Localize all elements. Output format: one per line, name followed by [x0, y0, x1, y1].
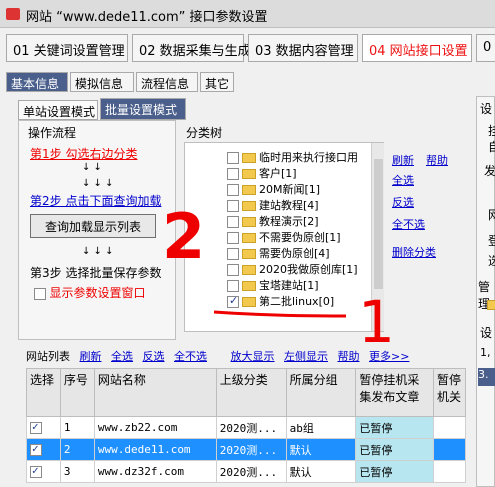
- row-group: 默认: [285, 438, 357, 461]
- col-no[interactable]: 序号: [59, 368, 95, 417]
- row-status: 已暂停: [355, 438, 435, 461]
- row-status: 已暂停: [355, 460, 435, 483]
- row-checkbox[interactable]: [30, 442, 42, 456]
- row-extra: [433, 460, 466, 483]
- site-refresh-link[interactable]: 刷新: [80, 350, 102, 363]
- folder-icon: [487, 300, 495, 310]
- right-label: 设: [480, 102, 493, 116]
- row-name: www.dz32f.com: [93, 460, 217, 483]
- annotation-number-2: 2: [162, 200, 205, 273]
- right-label: 自: [488, 140, 495, 154]
- more-link[interactable]: 更多>>: [369, 350, 409, 363]
- site-list-title: 网站列表: [26, 350, 70, 363]
- site-help-link[interactable]: 帮助: [338, 350, 360, 363]
- table-row[interactable]: 2 www.dede11.com 2020测... 默认 已暂停: [26, 438, 466, 461]
- table-row[interactable]: 3 www.dz32f.com 2020测... 默认 已暂停: [26, 460, 466, 483]
- col-name[interactable]: 网站名称: [93, 368, 217, 417]
- site-invert-link[interactable]: 反选: [143, 350, 165, 363]
- right-label: 3.: [478, 368, 495, 386]
- col-select[interactable]: 选择: [26, 368, 61, 417]
- row-group: ab组: [285, 416, 357, 439]
- right-label: 1,: [480, 346, 491, 359]
- right-label: 设: [480, 326, 493, 340]
- site-table: 选择 序号 网站名称 上级分类 所属分组 暂停挂机采集发布文章 暂停机关 1 w…: [26, 368, 466, 483]
- row-select[interactable]: [26, 416, 61, 439]
- right-label: 发: [484, 164, 495, 178]
- row-select[interactable]: [26, 438, 61, 461]
- right-label: 登: [488, 234, 495, 248]
- col-group[interactable]: 所属分组: [285, 368, 357, 417]
- right-label: 网: [488, 208, 495, 222]
- row-name: www.dede11.com: [93, 438, 217, 461]
- table-header: 选择 序号 网站名称 上级分类 所属分组 暂停挂机采集发布文章 暂停机关: [26, 368, 466, 417]
- col-pause[interactable]: 暂停挂机采集发布文章: [355, 368, 435, 417]
- row-no: 1: [59, 416, 95, 439]
- right-label: 挂: [488, 124, 495, 138]
- annotation-number-1: 1: [358, 288, 395, 356]
- zoom-in-link[interactable]: 放大显示: [231, 350, 275, 363]
- row-extra: [433, 438, 466, 461]
- site-list-toolbar: 网站列表 刷新 全选 反选 全不选 放大显示 左侧显示 帮助 更多>>: [26, 348, 466, 366]
- row-no: 2: [59, 438, 95, 461]
- row-status: 已暂停: [355, 416, 435, 439]
- row-select[interactable]: [26, 460, 61, 483]
- right-label: 选: [488, 254, 495, 268]
- row-group: 默认: [285, 460, 357, 483]
- row-parent: 2020测...: [215, 460, 287, 483]
- site-select-all-link[interactable]: 全选: [111, 350, 133, 363]
- site-select-none-link[interactable]: 全不选: [174, 350, 207, 363]
- table-row[interactable]: 1 www.zb22.com 2020测... ab组 已暂停: [26, 416, 466, 439]
- row-extra: [433, 416, 466, 439]
- left-display-link[interactable]: 左侧显示: [284, 350, 328, 363]
- row-parent: 2020测...: [215, 416, 287, 439]
- row-checkbox[interactable]: [30, 420, 42, 434]
- col-parent[interactable]: 上级分类: [215, 368, 287, 417]
- annotation-underline: [213, 310, 347, 318]
- row-checkbox[interactable]: [30, 464, 42, 478]
- row-name: www.zb22.com: [93, 416, 217, 439]
- col-pause2[interactable]: 暂停机关: [433, 368, 466, 417]
- row-no: 3: [59, 460, 95, 483]
- row-parent: 2020测...: [215, 438, 287, 461]
